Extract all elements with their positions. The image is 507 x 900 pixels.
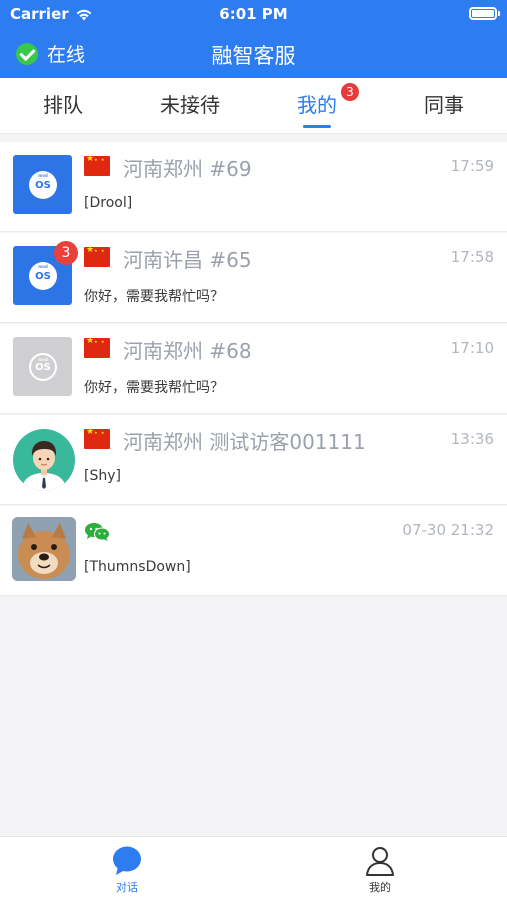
avatar: OS [13,155,72,214]
conversation-row[interactable]: OS 河南郑州 #68 17:10 你好，需要我帮忙吗？ [0,324,507,414]
os-logo-icon: OS [29,353,57,381]
conversation-title: 河南郑州 #69 [123,157,252,181]
dog-photo-icon [12,517,76,581]
person-icon [366,847,394,876]
page-title: 融智客服 [211,44,296,68]
tab-bar: 排队 未接待 我的 3 同事 [0,78,507,134]
china-flag-icon [84,154,110,176]
conversation-row[interactable]: 河南郑州 测试访客001111 13:36 [Shy] [0,415,507,505]
conversation-title: 河南许昌 #65 [123,248,252,272]
conversation-time: 17:58 [450,248,494,266]
avatar [13,429,75,491]
unread-badge: 3 [54,241,78,265]
conversation-time: 07-30 21:32 [402,521,494,539]
os-logo-icon: OS [29,262,57,290]
china-flag-icon [84,336,110,358]
conversation-message: [Shy] [84,468,121,484]
avatar: OS 3 [13,241,78,305]
conversation-message: [Drool] [84,195,133,211]
nav-mine[interactable]: 我的 [340,845,420,895]
china-flag-icon [84,245,110,267]
battery-icon [469,7,500,20]
conversation-time: 17:59 [450,157,494,175]
nav-chat[interactable]: 对话 [87,845,167,895]
tab-mine-badge: 3 [341,83,359,101]
bottom-nav: 对话 我的 [0,836,507,900]
tab-queue-label: 排队 [43,93,83,117]
os-logo-icon: OS [29,171,57,199]
active-tab-indicator [303,125,331,128]
status-time: 6:01 PM [219,5,288,23]
nav-chat-label: 对话 [116,881,138,894]
conversation-title: 河南郑州 测试访客001111 [123,430,366,454]
tab-colleagues-label: 同事 [424,93,464,117]
tab-mine[interactable]: 我的 3 [254,78,380,134]
conversation-time: 17:10 [450,339,494,357]
chat-bubble-icon [113,846,141,875]
conversation-list: OS 河南郑州 #69 17:59 [Drool] OS 3 河南许昌 #65 … [0,142,507,596]
conversation-row[interactable]: OS 河南郑州 #69 17:59 [Drool] [0,142,507,232]
tab-mine-label: 我的 [297,93,337,117]
tab-unattended[interactable]: 未接待 [127,78,253,134]
conversation-row[interactable]: OS 3 河南许昌 #65 17:58 你好，需要我帮忙吗？ [0,233,507,323]
avatar: OS [13,337,72,396]
wechat-icon [85,523,110,541]
tab-queue[interactable]: 排队 [0,78,126,134]
tab-unattended-label: 未接待 [160,93,220,117]
conversation-message: [ThumnsDown] [84,559,191,575]
nav-mine-label: 我的 [369,881,391,894]
status-bar: Carrier 6:01 PM [0,0,507,28]
tab-colleagues[interactable]: 同事 [381,78,507,134]
avatar [12,517,76,581]
app-header: Carrier 6:01 PM 在线 融智客服 [0,0,507,78]
conversation-message: 你好，需要我帮忙吗？ [84,289,224,305]
conversation-message: 你好，需要我帮忙吗？ [84,380,224,396]
person-avatar-icon [21,441,67,491]
conversation-row[interactable]: 07-30 21:32 [ThumnsDown] [0,506,507,596]
china-flag-icon [84,427,110,449]
conversation-title: 河南郑州 #68 [123,339,252,363]
conversation-time: 13:36 [450,430,494,448]
